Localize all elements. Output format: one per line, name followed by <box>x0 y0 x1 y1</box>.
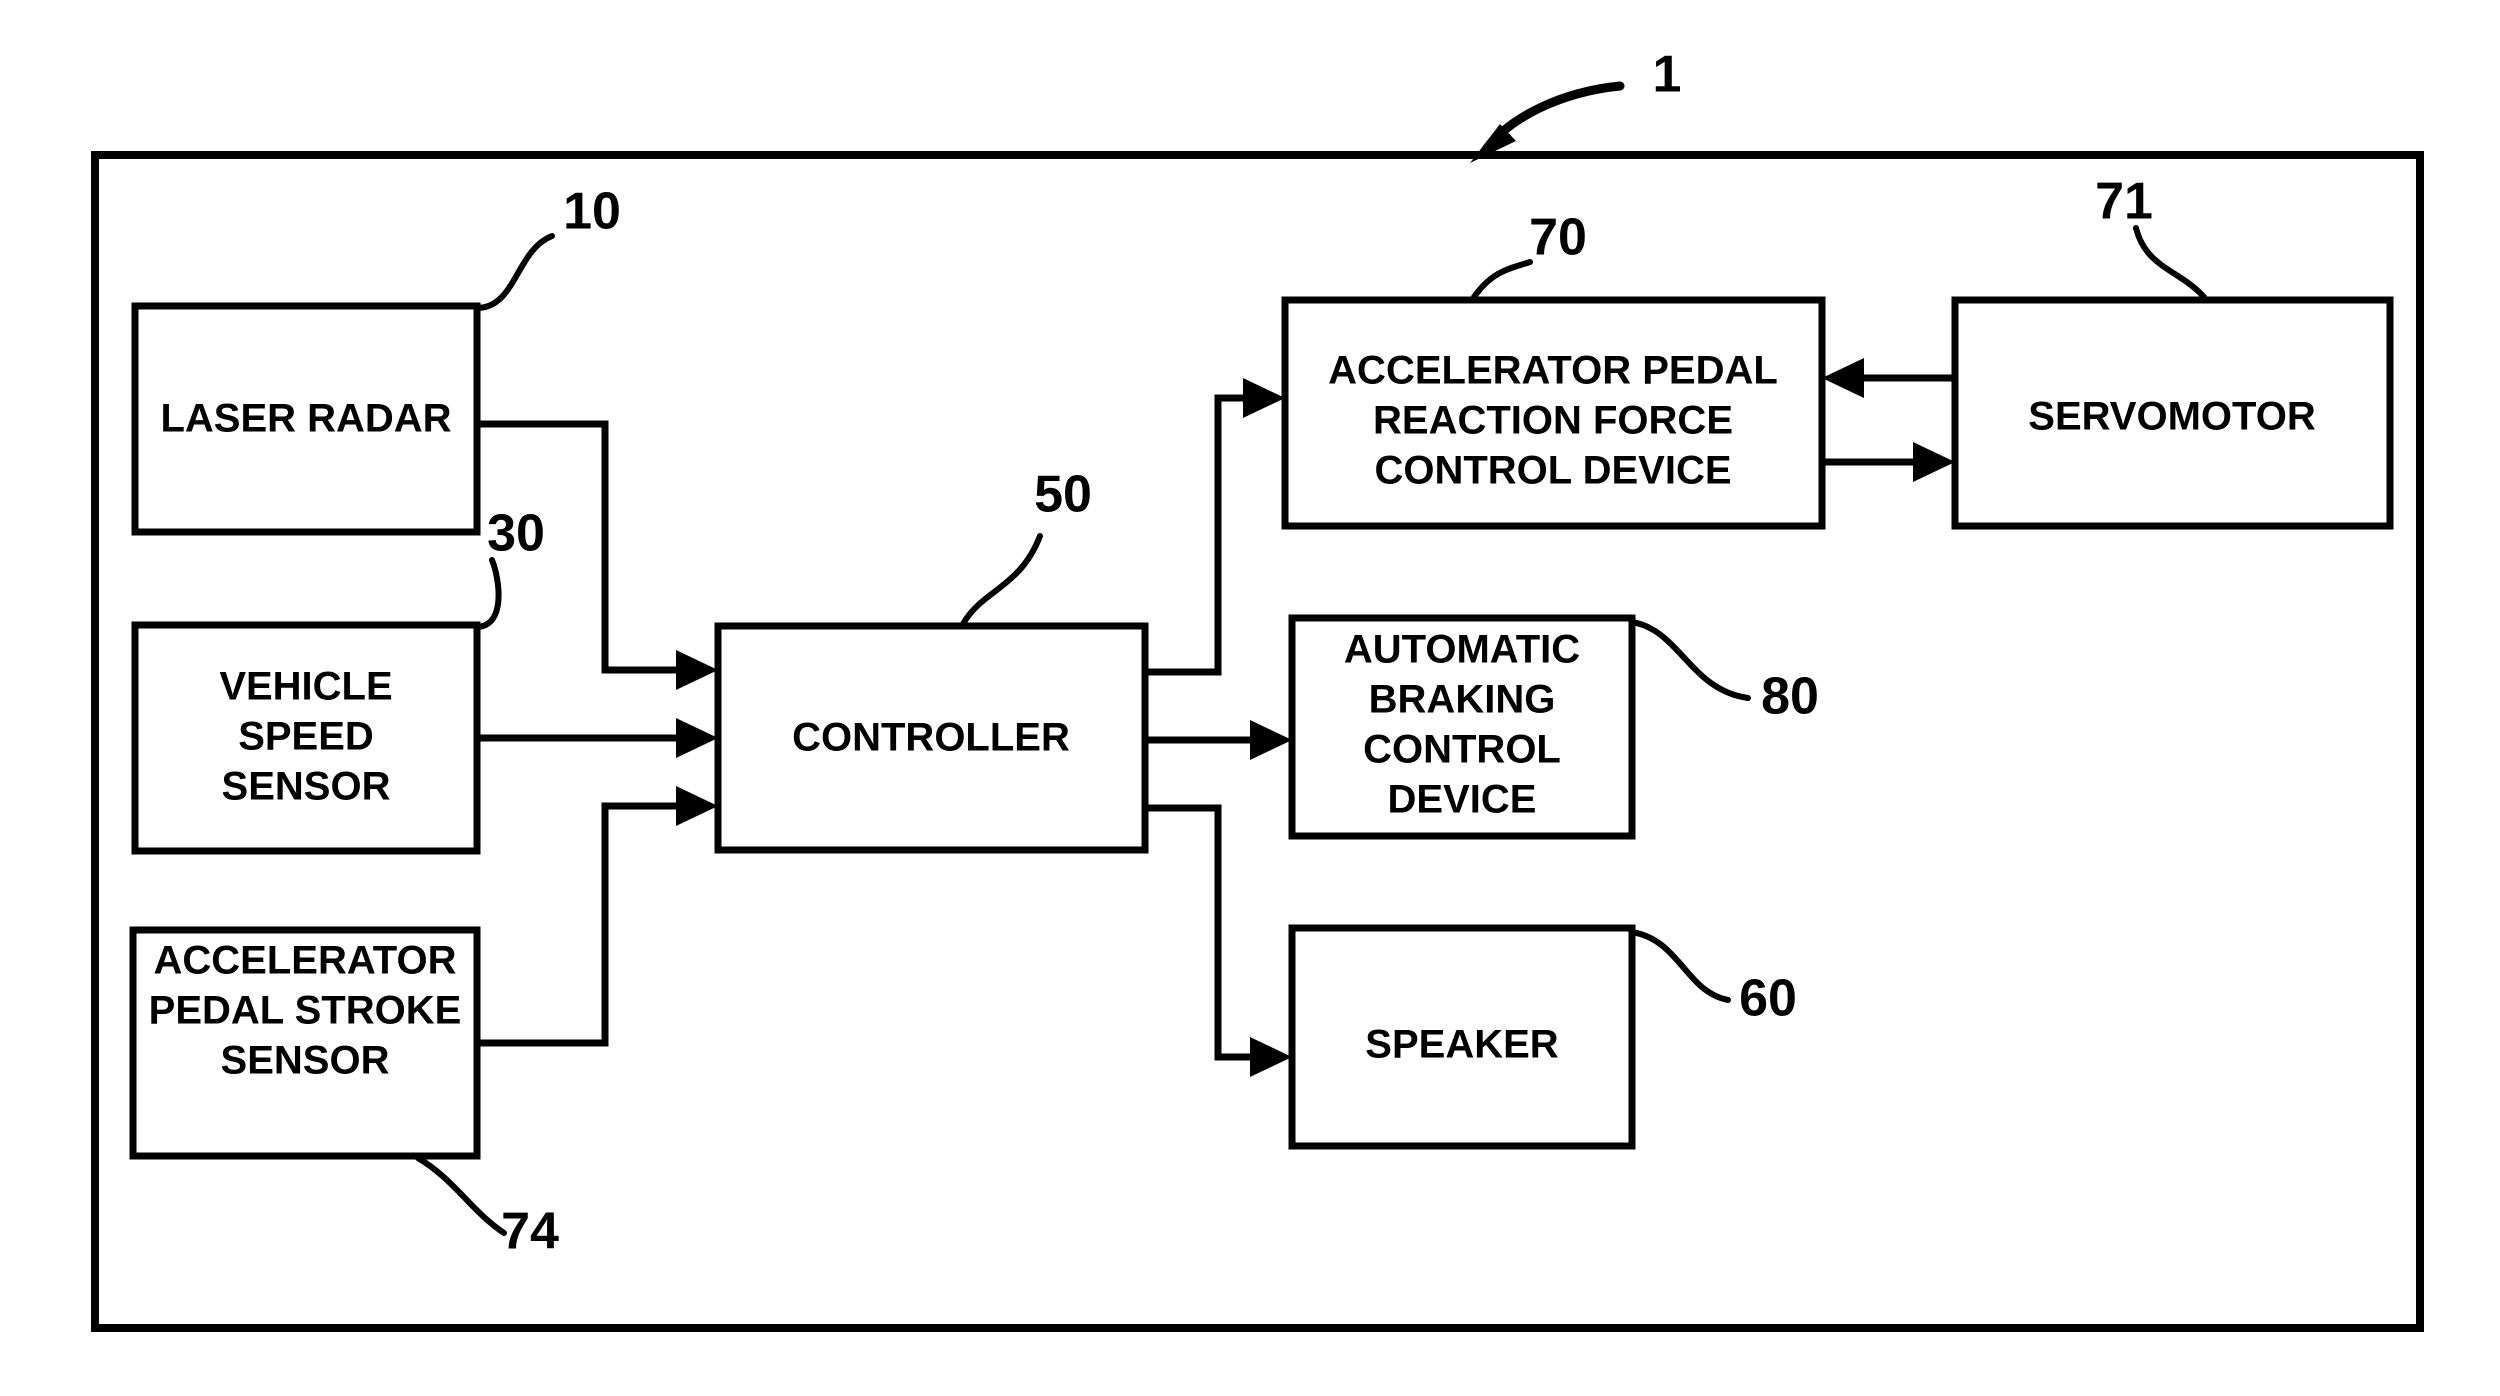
block-accelerator-pedal-reaction-force-control-device[interactable]: ACCELERATOR PEDAL REACTION FORCE CONTROL… <box>1281 296 1826 530</box>
block-accelerator-pedal-stroke-sensor[interactable]: ACCELERATOR PEDAL STROKE SENSOR <box>129 926 481 1160</box>
wire-accel-pedal-stroke-sensor-to-controller <box>477 786 718 1047</box>
reference-numeral-60: 60 <box>1739 970 1797 1028</box>
automatic-braking-device-label-line-3: DEVICE <box>1388 778 1537 822</box>
accelerator-pedal-stroke-sensor-label-line-1: PEDAL STROKE <box>149 989 462 1033</box>
laser-radar-label-line-0: LASER RADAR <box>160 397 451 441</box>
leader-70 <box>1471 259 1533 300</box>
reaction-force-device-label-line-1: REACTION FORCE <box>1373 399 1733 443</box>
accelerator-pedal-stroke-sensor-label-line-2: SENSOR <box>221 1039 390 1083</box>
block-servomotor[interactable]: SERVOMOTOR <box>1951 296 2394 530</box>
vehicle-speed-sensor-label-line-1: SPEED <box>238 715 374 759</box>
reference-numeral-50: 50 <box>1034 466 1092 524</box>
speaker-label-line-0: SPEAKER <box>1365 1023 1558 1067</box>
block-vehicle-speed-sensor[interactable]: VEHICLE SPEED SENSOR <box>131 621 481 855</box>
leader-10 <box>474 233 555 311</box>
leader-60 <box>1629 929 1731 1003</box>
block-laser-radar[interactable]: LASER RADAR <box>131 302 481 536</box>
block-automatic-braking-control-device[interactable]: AUTOMATIC BRAKING CONTROL DEVICE <box>1288 614 1636 840</box>
arrowhead-automatic-braking-device-in <box>1250 720 1292 760</box>
leader-50 <box>960 533 1043 627</box>
reference-numeral-10: 10 <box>563 183 621 241</box>
automatic-braking-device-label-line-0: AUTOMATIC <box>1344 628 1580 672</box>
reference-numeral-30: 30 <box>487 505 545 563</box>
wire-servomotor-to-reaction-force-device <box>1822 358 1955 398</box>
arrowhead-controller-in-top <box>676 650 718 690</box>
reaction-force-device-label-line-2: CONTROL DEVICE <box>1374 449 1731 493</box>
leader-74 <box>415 1155 507 1236</box>
figure-canvas: LASER RADAR VEHICLE SPEED SENSOR ACCELER… <box>0 0 2500 1396</box>
wire-vehicle-speed-sensor-to-controller <box>477 718 718 758</box>
reference-numeral-71: 71 <box>2095 173 2153 231</box>
leader-80 <box>1629 619 1751 701</box>
block-speaker[interactable]: SPEAKER <box>1288 924 1636 1150</box>
wire-reaction-force-device-to-servomotor <box>1822 442 1955 482</box>
wire-controller-to-automatic-braking-device <box>1145 720 1292 760</box>
arrowhead-reaction-force-device-in <box>1243 378 1285 418</box>
wire-controller-to-speaker <box>1145 804 1292 1077</box>
arrowhead-controller-in-mid <box>676 718 718 758</box>
wire-controller-to-reaction-force-device <box>1145 378 1285 676</box>
controller-label-line-0: CONTROLLER <box>792 716 1070 760</box>
reference-numeral-80: 80 <box>1761 668 1819 726</box>
leader-30 <box>474 557 502 630</box>
arrowhead-reaction-force-device-in-from-servo <box>1822 358 1864 398</box>
reference-numeral-70: 70 <box>1529 209 1587 267</box>
arrowhead-servomotor-in <box>1913 442 1955 482</box>
reference-numeral-74: 74 <box>501 1203 559 1261</box>
vehicle-speed-sensor-label-line-2: SENSOR <box>222 765 391 809</box>
automatic-braking-device-label-line-1: BRAKING <box>1369 678 1556 722</box>
automatic-braking-device-label-line-2: CONTROL <box>1363 728 1561 772</box>
leader-71 <box>2133 225 2207 300</box>
reference-numeral-1: 1 <box>1653 46 1682 104</box>
vehicle-speed-sensor-label-line-0: VEHICLE <box>219 665 392 709</box>
block-controller[interactable]: CONTROLLER <box>714 622 1149 854</box>
reaction-force-device-label-line-0: ACCELERATOR PEDAL <box>1328 349 1778 393</box>
servomotor-label-line-0: SERVOMOTOR <box>2028 395 2316 439</box>
arrowhead-speaker-in <box>1250 1037 1292 1077</box>
accelerator-pedal-stroke-sensor-label-line-0: ACCELERATOR <box>154 939 457 983</box>
block-diagram: LASER RADAR VEHICLE SPEED SENSOR ACCELER… <box>91 46 2424 1332</box>
arrowhead-controller-in-bot <box>676 786 718 826</box>
